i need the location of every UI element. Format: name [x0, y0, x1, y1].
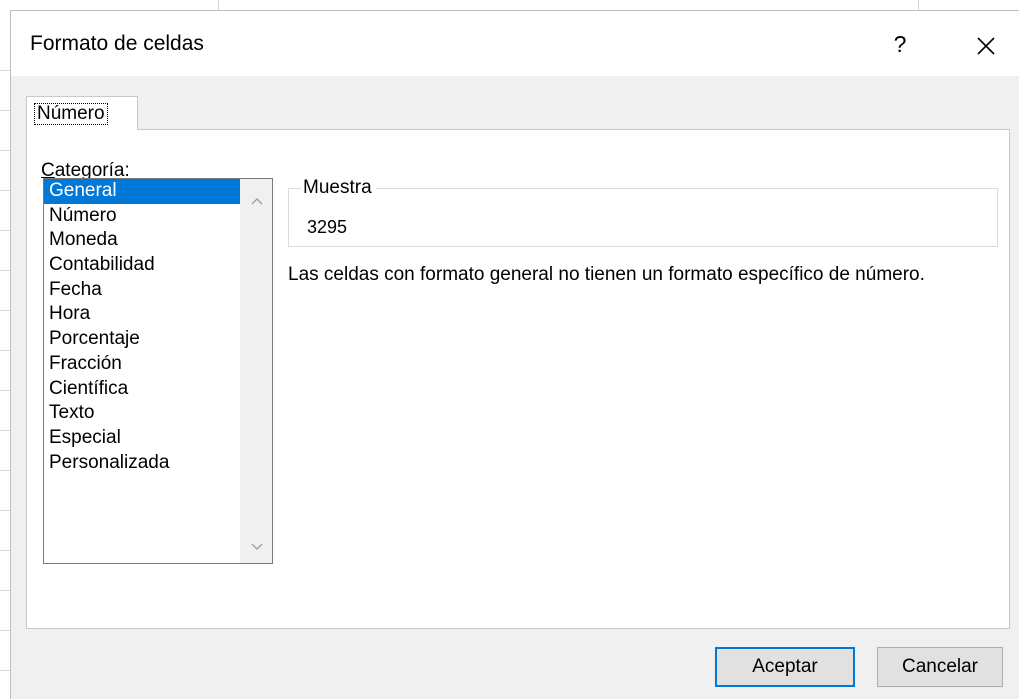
list-item-hora[interactable]: Hora — [44, 302, 240, 327]
cancel-button[interactable]: Cancelar — [877, 647, 1003, 687]
list-item-fecha[interactable]: Fecha — [44, 278, 240, 303]
help-button[interactable]: ? — [888, 29, 912, 59]
row-gridline — [0, 150, 10, 151]
row-gridline — [0, 190, 10, 191]
row-gridline — [0, 110, 10, 111]
row-gridline — [0, 350, 10, 351]
row-gridline — [0, 270, 10, 271]
row-gridline — [0, 590, 10, 591]
row-gridline — [0, 470, 10, 471]
column-divider — [218, 0, 219, 10]
sample-value: 3295 — [307, 217, 348, 237]
tab-label: Número — [34, 103, 108, 125]
category-listbox[interactable]: General Número Moneda Contabilidad Fecha… — [43, 178, 273, 564]
category-list: General Número Moneda Contabilidad Fecha… — [44, 179, 240, 475]
list-item-numero[interactable]: Número — [44, 204, 240, 229]
scroll-down-button[interactable] — [241, 535, 273, 559]
sample-legend: Muestra — [301, 177, 376, 199]
chevron-up-icon — [251, 198, 263, 205]
format-cells-dialog: Formato de celdas ? Número Categoría: Ge… — [10, 10, 1019, 699]
row-gridline — [0, 670, 10, 671]
list-item-moneda[interactable]: Moneda — [44, 228, 240, 253]
row-gridline — [0, 430, 10, 431]
list-item-especial[interactable]: Especial — [44, 426, 240, 451]
column-divider — [918, 0, 919, 10]
list-item-cientifica[interactable]: Científica — [44, 377, 240, 402]
list-item-general[interactable]: General — [44, 179, 240, 204]
list-item-contabilidad[interactable]: Contabilidad — [44, 253, 240, 278]
row-gridline — [0, 230, 10, 231]
sample-groupbox — [288, 188, 998, 247]
row-gridline — [0, 70, 10, 71]
scroll-up-button[interactable] — [241, 189, 273, 213]
spreadsheet-top-strip — [0, 0, 1019, 10]
list-item-personalizada[interactable]: Personalizada — [44, 451, 240, 476]
list-item-porcentaje[interactable]: Porcentaje — [44, 327, 240, 352]
row-gridline — [0, 630, 10, 631]
accept-button[interactable]: Aceptar — [715, 647, 855, 687]
row-gridline — [0, 390, 10, 391]
row-gridline — [0, 310, 10, 311]
row-gridline — [0, 510, 10, 511]
list-item-fraccion[interactable]: Fracción — [44, 352, 240, 377]
tab-numero[interactable]: Número — [26, 96, 138, 130]
dialog-title: Formato de celdas — [30, 32, 204, 55]
dialog-titlebar: Formato de celdas ? — [11, 11, 1019, 76]
chevron-down-icon — [251, 543, 263, 550]
listbox-scrollbar[interactable] — [240, 179, 272, 563]
format-description: Las celdas con formato general no tienen… — [288, 264, 925, 285]
row-gridline — [0, 550, 10, 551]
list-item-texto[interactable]: Texto — [44, 401, 240, 426]
close-icon — [977, 37, 995, 55]
close-button[interactable] — [969, 29, 1003, 63]
